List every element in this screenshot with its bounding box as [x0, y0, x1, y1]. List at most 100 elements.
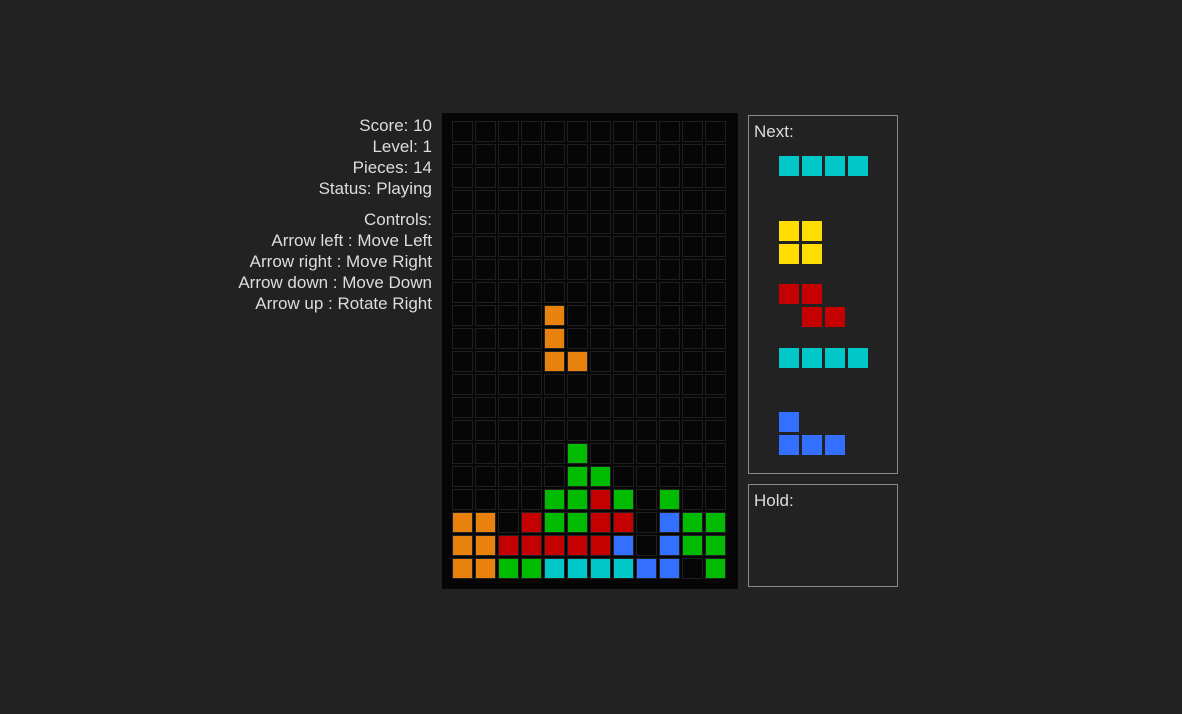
board-cell-empty [682, 443, 703, 464]
board-cell-empty [567, 259, 588, 280]
board-cell-empty [682, 489, 703, 510]
board-cell-empty [452, 167, 473, 188]
next-piece-block [801, 434, 823, 456]
board-cell-empty [452, 144, 473, 165]
board-cell-empty [590, 305, 611, 326]
board-cell-empty [567, 121, 588, 142]
board-cell-empty [521, 282, 542, 303]
board-cell-empty [475, 466, 496, 487]
board-cell-empty [521, 144, 542, 165]
next-piece-block [778, 155, 800, 177]
board-cell-empty [705, 282, 726, 303]
board-cell-empty [521, 489, 542, 510]
next-piece-block [778, 411, 800, 433]
board-cell-empty [498, 121, 519, 142]
board-cell-empty [682, 144, 703, 165]
board-cell-empty [659, 167, 680, 188]
board-cell-empty [636, 420, 657, 441]
board-cell-empty [590, 397, 611, 418]
board-cell-empty [452, 420, 473, 441]
next-piece-block [801, 220, 823, 242]
next-piece-block [824, 347, 846, 369]
board-block [498, 558, 519, 579]
board-cell-empty [659, 397, 680, 418]
board-cell-empty [705, 236, 726, 257]
board-cell-empty [452, 443, 473, 464]
board-cell-empty [659, 420, 680, 441]
board-block [475, 558, 496, 579]
board-cell-empty [682, 305, 703, 326]
board-cell-empty [659, 236, 680, 257]
board-cell-empty [590, 121, 611, 142]
board-block [659, 489, 680, 510]
board-block [452, 512, 473, 533]
board-cell-empty [544, 121, 565, 142]
board-cell-empty [659, 259, 680, 280]
board-block [613, 535, 634, 556]
board-cell-empty [521, 121, 542, 142]
board-cell-empty [682, 259, 703, 280]
board-cell-empty [613, 282, 634, 303]
board-block [567, 489, 588, 510]
board-block [567, 351, 588, 372]
board-cell-empty [659, 305, 680, 326]
board-cell-empty [498, 351, 519, 372]
board-cell-empty [498, 144, 519, 165]
board-cell-empty [475, 190, 496, 211]
board-cell-empty [682, 282, 703, 303]
board-cell-empty [475, 236, 496, 257]
level-display: Level: 1 [372, 137, 432, 156]
board-cell-empty [636, 213, 657, 234]
board-cell-empty [636, 236, 657, 257]
board-cell-empty [613, 305, 634, 326]
board-block [590, 512, 611, 533]
board-cell-empty [452, 397, 473, 418]
board-cell-empty [590, 374, 611, 395]
board-cell-empty [659, 121, 680, 142]
board-cell-empty [498, 190, 519, 211]
board-cell-empty [475, 282, 496, 303]
next-pieces-panel: Next: [748, 115, 898, 474]
board-cell-empty [659, 144, 680, 165]
board-cell-empty [475, 259, 496, 280]
board-block [590, 489, 611, 510]
board-cell-empty [475, 144, 496, 165]
board-cell-empty [636, 466, 657, 487]
board-block [475, 512, 496, 533]
board-block [613, 558, 634, 579]
board-block [521, 535, 542, 556]
board-cell-empty [613, 121, 634, 142]
board-block [544, 351, 565, 372]
board-cell-empty [590, 282, 611, 303]
board-cell-empty [498, 305, 519, 326]
board-cell-empty [590, 144, 611, 165]
next-piece-block [801, 155, 823, 177]
control-move-right: Arrow right : Move Right [249, 252, 432, 271]
info-panel: Score: 10 Level: 1 Pieces: 14 Status: Pl… [180, 115, 432, 314]
board-cell-empty [567, 420, 588, 441]
board-cell-empty [682, 121, 703, 142]
board-block [544, 512, 565, 533]
next-piece-block [801, 347, 823, 369]
board-cell-empty [544, 213, 565, 234]
board-cell-empty [613, 213, 634, 234]
next-piece-block [824, 434, 846, 456]
board-cell-empty [567, 305, 588, 326]
board-cell-empty [705, 397, 726, 418]
board-cell-empty [567, 397, 588, 418]
game-board[interactable] [442, 113, 738, 589]
board-cell-empty [682, 466, 703, 487]
board-cell-empty [705, 259, 726, 280]
board-cell-empty [544, 167, 565, 188]
board-cell-empty [521, 397, 542, 418]
board-cell-empty [567, 167, 588, 188]
board-cell-empty [475, 351, 496, 372]
board-cell-empty [521, 167, 542, 188]
board-cell-empty [705, 190, 726, 211]
board-cell-empty [705, 213, 726, 234]
board-cell-empty [498, 443, 519, 464]
board-cell-empty [659, 282, 680, 303]
board-block [498, 535, 519, 556]
board-cell-empty [521, 443, 542, 464]
